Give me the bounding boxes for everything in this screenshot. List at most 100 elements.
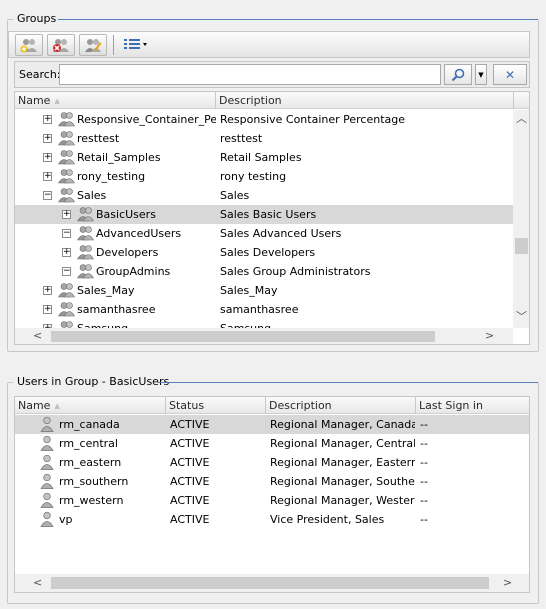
group-icon	[57, 130, 76, 146]
groups-horizontal-scrollbar[interactable]: < >	[15, 328, 513, 344]
user-icon	[40, 473, 54, 489]
expand-icon[interactable]: +	[43, 153, 52, 162]
expand-icon[interactable]: +	[43, 172, 52, 181]
group-row[interactable]: + Retail_Samples Retail Samples	[15, 148, 513, 167]
group-icon	[57, 301, 76, 317]
groups-rows: + Responsive_Container_Perce Responsive Co…	[15, 110, 513, 328]
column-header-last-sign-in[interactable]: Last Sign in	[416, 397, 529, 414]
expand-icon[interactable]: +	[43, 134, 52, 143]
user-last-sign-in: --	[420, 437, 428, 450]
group-icon	[76, 206, 95, 222]
group-name: Developers	[96, 246, 159, 259]
group-name: samanthasree	[77, 303, 156, 316]
collapse-icon[interactable]: −	[62, 267, 71, 276]
group-row[interactable]: + Developers Sales Developers	[15, 243, 513, 262]
group-name: AdvancedUsers	[96, 227, 182, 240]
scroll-thumb[interactable]	[515, 238, 528, 254]
scroll-right-icon[interactable]: >	[485, 329, 494, 342]
search-icon	[451, 68, 465, 81]
group-row[interactable]: − Sales Sales	[15, 186, 513, 205]
group-row[interactable]: + samanthasree samanthasree	[15, 300, 513, 319]
group-description: Sales	[220, 189, 250, 202]
user-row[interactable]: rm_central ACTIVE Regional Manager, Centra…	[15, 434, 529, 453]
group-icon	[76, 263, 95, 279]
scroll-left-icon[interactable]: <	[33, 329, 42, 342]
groups-vertical-scrollbar[interactable]: ︿ ﹀	[513, 110, 529, 328]
user-row[interactable]: rm_eastern ACTIVE Regional Manager, Easter…	[15, 453, 529, 472]
user-description: Regional Manager, Central	[270, 437, 415, 450]
group-icon	[57, 149, 76, 165]
scroll-down-icon[interactable]: ﹀	[516, 308, 527, 324]
column-header-label: Name	[18, 399, 51, 412]
column-header-name[interactable]: Name ▲	[15, 92, 216, 109]
clear-search-button[interactable]: ✕	[493, 64, 527, 85]
user-status: ACTIVE	[170, 494, 210, 507]
edit-group-icon	[85, 39, 102, 52]
group-description: Sales Group Administrators	[220, 265, 371, 278]
scroll-right-icon[interactable]: >	[503, 576, 512, 589]
groups-panel-title: Groups	[13, 12, 61, 25]
group-row[interactable]: + resttest resttest	[15, 129, 513, 148]
column-header-label: Description	[269, 399, 332, 412]
users-horizontal-scrollbar[interactable]: < >	[15, 574, 529, 592]
group-row[interactable]: +SamsungSamsung	[15, 319, 513, 328]
user-status: ACTIVE	[170, 513, 210, 526]
list-view-icon	[124, 39, 147, 49]
user-status: ACTIVE	[170, 418, 210, 431]
column-header-name[interactable]: Name ▲	[15, 397, 166, 414]
scroll-up-icon[interactable]: ︿	[516, 110, 527, 126]
column-header-description[interactable]: Description	[216, 92, 514, 109]
expand-icon[interactable]: +	[43, 286, 52, 295]
group-row[interactable]: + BasicUsers Sales Basic Users	[15, 205, 513, 224]
column-header-description[interactable]: Description	[266, 397, 416, 414]
view-menu-button[interactable]	[119, 34, 153, 56]
column-header-label: Description	[219, 94, 282, 107]
group-row[interactable]: − AdvancedUsers Sales Advanced Users	[15, 224, 513, 243]
group-icon	[76, 225, 95, 241]
user-row[interactable]: rm_western ACTIVE Regional Manager, Wester…	[15, 491, 529, 510]
group-name: GroupAdmins	[96, 265, 171, 278]
user-icon	[40, 454, 54, 470]
user-row[interactable]: vp ACTIVE Vice President, Sales --	[15, 510, 529, 529]
user-last-sign-in: --	[420, 456, 428, 469]
group-description: resttest	[220, 132, 263, 145]
user-row[interactable]: rm_canada ACTIVE Regional Manager, Canada -…	[15, 415, 529, 434]
expand-icon[interactable]: +	[62, 210, 71, 219]
group-description: Retail Samples	[220, 151, 302, 164]
group-description: Sales Developers	[220, 246, 316, 259]
users-panel-title: Users in Group - BasicUsers	[13, 375, 174, 388]
column-header-status[interactable]: Status	[166, 397, 266, 414]
user-name: vp	[59, 513, 73, 526]
group-description: Sales Advanced Users	[220, 227, 342, 240]
user-last-sign-in: --	[420, 418, 428, 431]
user-icon	[40, 435, 54, 451]
delete-group-icon	[53, 39, 69, 52]
scroll-left-icon[interactable]: <	[33, 576, 42, 589]
collapse-icon[interactable]: −	[43, 191, 52, 200]
user-row[interactable]: rm_southern ACTIVE Regional Manager, South…	[15, 472, 529, 491]
group-name: Sales	[77, 189, 107, 202]
search-options-dropdown[interactable]: ▼	[475, 64, 487, 85]
search-button[interactable]	[444, 64, 472, 85]
group-row[interactable]: + rony_testing rony testing	[15, 167, 513, 186]
group-row[interactable]: + Responsive_Container_Perce Responsive Co…	[15, 110, 513, 129]
group-row[interactable]: + Sales_May Sales_May	[15, 281, 513, 300]
scroll-thumb[interactable]	[51, 577, 489, 589]
group-name: Retail_Samples	[77, 151, 161, 164]
add-group-button[interactable]	[15, 34, 43, 56]
group-row[interactable]: − GroupAdmins Sales Group Administrators	[15, 262, 513, 281]
collapse-icon[interactable]: −	[62, 229, 71, 238]
expand-icon[interactable]: +	[62, 248, 71, 257]
column-header-label: Status	[169, 399, 205, 412]
scroll-thumb[interactable]	[51, 331, 435, 342]
expand-icon[interactable]: +	[43, 115, 52, 124]
search-input[interactable]	[59, 64, 441, 85]
user-name: rm_eastern	[59, 456, 122, 469]
expand-icon[interactable]: +	[43, 305, 52, 314]
user-name: rm_canada	[59, 418, 120, 431]
group-name: rony_testing	[77, 170, 146, 183]
delete-group-button[interactable]	[47, 34, 75, 56]
group-description: Sales_May	[220, 284, 278, 297]
edit-group-button[interactable]	[79, 34, 107, 56]
close-icon: ✕	[504, 67, 516, 82]
